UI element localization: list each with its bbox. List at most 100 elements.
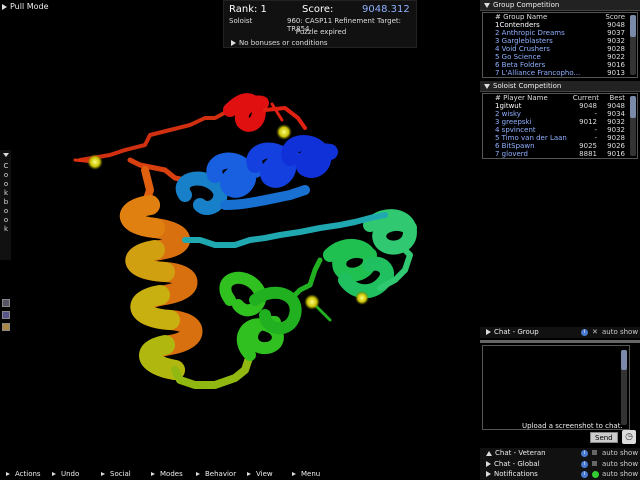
table-row[interactable]: 3 greepski 9012 9032: [483, 118, 637, 126]
player-best: 9032: [607, 118, 625, 126]
expand-arrow-icon: [2, 3, 7, 10]
table-row[interactable]: 5 Timo van der Laan - 9028: [483, 134, 637, 142]
player-name: 5 Timo van der Laan: [495, 134, 567, 142]
score-value: 9048.312: [362, 4, 410, 15]
auto-show-label: auto show: [602, 470, 639, 478]
toolbar-label: Undo: [61, 470, 80, 478]
table-row[interactable]: 1Contenders 9048: [483, 21, 637, 29]
score-panel: Rank: 1 Score: 9048.312 Soloist 960: CAS…: [223, 0, 417, 48]
info-icon[interactable]: i: [581, 471, 588, 478]
expand-arrow-icon: [196, 472, 200, 476]
soloist-scrollbar[interactable]: [630, 96, 636, 156]
group-score: 9028: [607, 45, 625, 53]
bond-marker: [304, 294, 320, 310]
chat-log[interactable]: [482, 345, 630, 430]
group-score: 9048: [607, 21, 625, 29]
group-header-row: # Group Name Score: [483, 13, 637, 21]
player-name: 2 wisky: [495, 110, 521, 118]
rank-label: Rank: 1: [229, 4, 267, 15]
pull-mode-indicator[interactable]: Pull Mode: [2, 2, 49, 11]
table-row[interactable]: 1gitwut 9048 9048: [483, 102, 637, 110]
table-row[interactable]: 2 wisky - 9034: [483, 110, 637, 118]
chat-group-label: Chat - Group: [494, 328, 539, 336]
info-icon[interactable]: i: [581, 329, 588, 336]
undo-menu[interactable]: Undo: [52, 469, 79, 480]
expand-arrow-icon: [486, 329, 491, 335]
chat-divider[interactable]: [480, 340, 640, 343]
bond-marker: [276, 124, 292, 140]
toolbar-label: Modes: [160, 470, 183, 478]
table-row[interactable]: 4 spvincent - 9032: [483, 126, 637, 134]
expand-arrow-icon: [292, 472, 296, 476]
scroll-thumb[interactable]: [630, 96, 636, 118]
group-scrollbar[interactable]: [630, 15, 636, 75]
chat-veteran-label: Chat - Veteran: [495, 449, 546, 457]
table-row[interactable]: 3 Gargleblasters 9032: [483, 37, 637, 45]
table-row[interactable]: 7 L'Alliance Francopho... 9013: [483, 69, 637, 77]
group-name: 2 Anthropic Dreams: [495, 29, 565, 37]
camera-icon[interactable]: ◷: [622, 430, 636, 444]
group-score: 9022: [607, 53, 625, 61]
player-current: 9048: [579, 102, 597, 110]
modes-menu[interactable]: Modes: [151, 469, 183, 480]
chat-global-label: Chat - Global: [494, 460, 540, 468]
clipboard-icon[interactable]: [2, 299, 10, 307]
minimize-icon[interactable]: [592, 461, 597, 466]
bonus-toggle[interactable]: No bonuses or conditions: [231, 39, 328, 47]
chat-veteran-tab[interactable]: Chat - Veteran i auto show: [480, 448, 640, 459]
auto-show-label: auto show: [602, 449, 639, 457]
group-name: 3 Gargleblasters: [495, 37, 553, 45]
actions-menu[interactable]: Actions: [6, 469, 41, 480]
table-row[interactable]: 2 Anthropic Dreams 9037: [483, 29, 637, 37]
close-icon[interactable]: ✕: [592, 329, 598, 336]
expand-arrow-icon: [52, 472, 56, 476]
table-row[interactable]: 6 Beta Folders 9016: [483, 61, 637, 69]
toolbar-label: Behavior: [205, 470, 237, 478]
scroll-thumb[interactable]: [630, 15, 636, 37]
group-score: 9032: [607, 37, 625, 45]
player-best: 9048: [607, 102, 625, 110]
chat-scrollbar[interactable]: [621, 350, 627, 425]
table-row[interactable]: 6 BitSpawn 9025 9026: [483, 142, 637, 150]
behavior-menu[interactable]: Behavior: [196, 469, 236, 480]
notifications-label: Notifications: [494, 470, 538, 478]
cookbook-tab[interactable]: Cookbook: [0, 150, 11, 260]
player-name: 4 spvincent: [495, 126, 536, 134]
column-header-score: Score: [605, 13, 625, 21]
info-icon[interactable]: i: [581, 461, 588, 468]
expand-arrow-icon: [486, 461, 491, 467]
info-icon[interactable]: i: [581, 450, 588, 457]
notifications-tab[interactable]: Notifications i auto show: [480, 469, 640, 480]
protein-backbone[interactable]: [73, 93, 417, 389]
toolbar-label: Actions: [15, 470, 41, 478]
group-name: 1Contenders: [495, 21, 540, 29]
table-row[interactable]: 7 gloverd 8881 9016: [483, 150, 637, 158]
view-menu[interactable]: View: [247, 469, 273, 480]
collapse-arrow-icon: [3, 153, 9, 157]
save-icon[interactable]: [2, 311, 10, 319]
group-competition-header[interactable]: Group Competition: [480, 0, 640, 11]
chat-group-tab[interactable]: Chat - Group i ✕ auto show: [480, 327, 640, 338]
scroll-thumb[interactable]: [621, 350, 627, 370]
group-name: 4 Void Crushers: [495, 45, 550, 53]
player-name: 1gitwut: [495, 102, 522, 110]
table-row[interactable]: 5 Go Science 9022: [483, 53, 637, 61]
social-menu[interactable]: Social: [101, 469, 131, 480]
column-header-name: # Player Name: [495, 94, 548, 102]
column-header-name: # Group Name: [495, 13, 548, 21]
soloist-competition-header[interactable]: Soloist Competition: [480, 81, 640, 92]
group-name: 7 L'Alliance Francopho...: [495, 69, 581, 77]
player-current: 9012: [579, 118, 597, 126]
minimize-icon[interactable]: [592, 450, 597, 455]
puzzle-status: Puzzle expired: [295, 28, 347, 36]
send-button[interactable]: Send: [590, 432, 618, 443]
main-menu[interactable]: Menu: [292, 469, 320, 480]
group-name: 5 Go Science: [495, 53, 541, 61]
score-label: Score:: [302, 4, 334, 15]
player-name: 3 greepski: [495, 118, 532, 126]
player-current: 9025: [579, 142, 597, 150]
player-best: 9026: [607, 142, 625, 150]
bond-marker: [87, 154, 103, 170]
table-row[interactable]: 4 Void Crushers 9028: [483, 45, 637, 53]
notes-icon[interactable]: [2, 323, 10, 331]
